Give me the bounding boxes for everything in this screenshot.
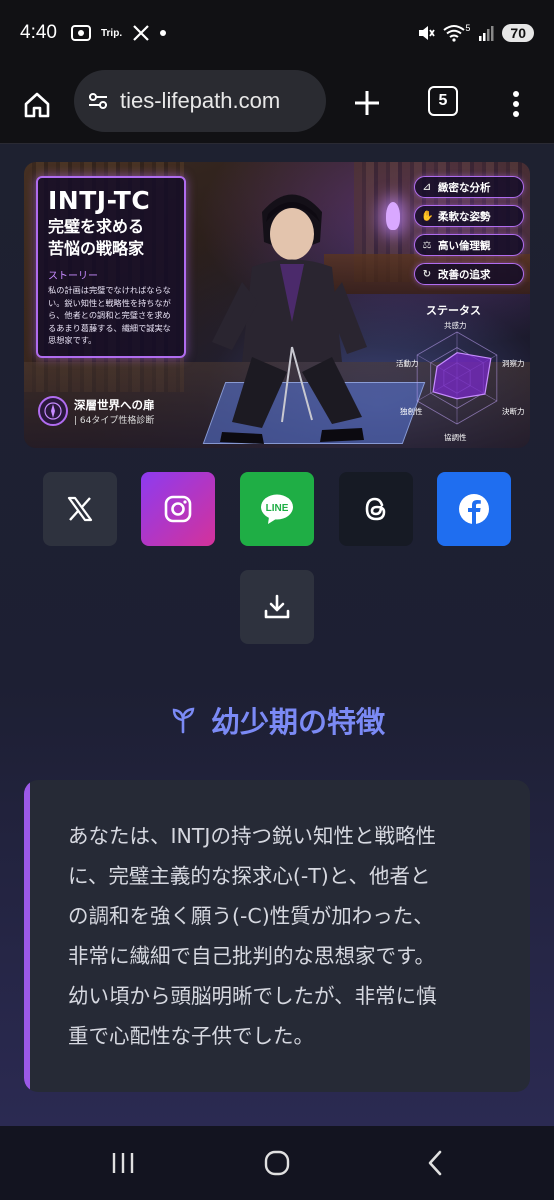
card-accent-bar bbox=[24, 780, 30, 1092]
radar-label-right-top: 洞察力 bbox=[502, 359, 525, 368]
story-text: 私の計画は完璧でなければならない。鋭い知性と戦略性を持ちながら、他者との調和と完… bbox=[48, 285, 171, 345]
radar-label-left-top: 活動力 bbox=[396, 359, 419, 368]
childhood-description: あなたは、INTJの持つ鋭い知性と戦略性 に、完璧主義的な探求心(-T)と、他者… bbox=[68, 816, 506, 1056]
wifi-icon bbox=[443, 25, 466, 42]
threads-logo-icon bbox=[365, 497, 386, 521]
radar-label-right-bottom: 決断力 bbox=[502, 407, 525, 416]
type-info-panel: INTJ-TC 完璧を求める 苦悩の戦略家 ストーリー 私の計画は完璧でなければ… bbox=[36, 176, 186, 358]
home-nav-button[interactable] bbox=[262, 1148, 292, 1178]
system-navigation-bar bbox=[0, 1126, 554, 1200]
handshake-icon: ✋ bbox=[421, 210, 434, 222]
trait-tag: ⊿ 緻密な分析 bbox=[414, 176, 524, 198]
brand-name: 深層世界への扉 bbox=[74, 397, 155, 412]
download-icon bbox=[264, 594, 290, 619]
description-line: に、完璧主義的な探求心(-T)と、他者と bbox=[68, 864, 431, 888]
x-app-icon bbox=[133, 25, 149, 41]
type-code: INTJ-TC bbox=[48, 186, 151, 215]
status-radar-chart: 共感力 洞察力 決断力 協調性 独創性 活動力 bbox=[384, 312, 530, 444]
recent-apps-button[interactable] bbox=[108, 1148, 138, 1178]
trait-tag: ✋ 柔軟な姿勢 bbox=[414, 205, 524, 227]
mute-icon bbox=[419, 26, 436, 40]
share-line-button[interactable]: LINE bbox=[240, 472, 314, 546]
address-bar[interactable]: ties-lifepath.com bbox=[74, 70, 326, 132]
radar-label-left-bottom: 独創性 bbox=[400, 407, 423, 416]
cycle-icon: ↻ bbox=[422, 268, 432, 280]
radar-value-shape bbox=[432, 352, 492, 400]
ruler-icon: ⊿ bbox=[422, 181, 432, 193]
trait-tag-label: 柔軟な姿勢 bbox=[438, 210, 491, 223]
instagram-icon bbox=[164, 495, 192, 523]
status-bar: 4:40 Trip. 5 70 bbox=[0, 0, 554, 66]
trait-tag: ↻ 改善の追求 bbox=[414, 263, 524, 285]
trait-tags: ⊿ 緻密な分析 ✋ 柔軟な姿勢 ⚖ 高い倫理観 ↻ 改善の追求 bbox=[414, 176, 524, 292]
radar-label-bottom: 協調性 bbox=[444, 433, 467, 442]
childhood-description-card: あなたは、INTJの持つ鋭い知性と戦略性 に、完璧主義的な探求心(-T)と、他者… bbox=[24, 780, 530, 1092]
page-content: INTJ-TC 完璧を求める 苦悩の戦略家 ストーリー 私の計画は完璧でなければ… bbox=[0, 144, 554, 1126]
description-line: 非常に繊細で自己批判的な思想家です。 bbox=[68, 944, 435, 968]
tab-switcher-button[interactable]: 5 bbox=[428, 86, 458, 116]
description-line: 重で心配性な子供でした。 bbox=[68, 1024, 314, 1048]
radar-label-top: 共感力 bbox=[444, 321, 467, 330]
new-tab-button[interactable] bbox=[350, 86, 384, 120]
back-chevron-icon bbox=[428, 1150, 442, 1176]
home-circle-icon bbox=[264, 1150, 290, 1176]
status-time: 4:40 bbox=[20, 22, 57, 43]
signal-icon bbox=[479, 26, 494, 41]
result-hero-image: INTJ-TC 完璧を求める 苦悩の戦略家 ストーリー 私の計画は完璧でなければ… bbox=[24, 162, 530, 448]
description-line: 幼い頃から頭脳明晰でしたが、非常に慎 bbox=[68, 984, 437, 1008]
share-threads-button[interactable] bbox=[339, 472, 413, 546]
facebook-logo-icon bbox=[459, 494, 489, 524]
brand-subtitle: | 64タイプ性格診断 bbox=[74, 415, 155, 426]
trait-tag-label: 高い倫理観 bbox=[438, 239, 491, 252]
share-x-button[interactable] bbox=[43, 472, 117, 546]
back-button[interactable] bbox=[420, 1148, 450, 1178]
download-image-button[interactable] bbox=[240, 570, 314, 644]
browser-menu-button[interactable] bbox=[504, 84, 528, 124]
recent-apps-icon bbox=[112, 1153, 134, 1173]
status-notification-icons: Trip. bbox=[70, 24, 167, 42]
more-vertical-icon bbox=[513, 91, 519, 117]
sprout-icon bbox=[172, 707, 195, 734]
section-heading: 幼少期の特徴 bbox=[0, 692, 554, 748]
description-line: あなたは、INTJの持つ鋭い知性と戦略性 bbox=[68, 824, 436, 848]
site-settings-icon[interactable] bbox=[86, 89, 110, 113]
status-system-icons: 5 70 bbox=[417, 23, 534, 42]
glowing-crystal bbox=[386, 202, 400, 230]
screenshot-icon bbox=[70, 25, 91, 41]
svg-text:LINE: LINE bbox=[266, 503, 289, 514]
x-logo-icon bbox=[67, 496, 93, 522]
browser-toolbar: ties-lifepath.com 5 bbox=[0, 66, 554, 144]
share-instagram-button[interactable] bbox=[141, 472, 215, 546]
character-illustration bbox=[212, 194, 367, 444]
dot-icon bbox=[160, 30, 167, 36]
trait-tag-label: 改善の追求 bbox=[438, 268, 491, 281]
trip-icon: Trip. bbox=[100, 27, 123, 39]
story-label: ストーリー bbox=[48, 271, 98, 282]
home-icon bbox=[24, 92, 50, 118]
description-line: の調和を強く願う(-C)性質が加わった、 bbox=[68, 904, 434, 928]
share-facebook-button[interactable] bbox=[437, 472, 511, 546]
scales-icon: ⚖ bbox=[422, 239, 432, 251]
trait-tag: ⚖ 高い倫理観 bbox=[414, 234, 524, 256]
type-subtitle-line2: 苦悩の戦略家 bbox=[48, 239, 145, 258]
section-title: 幼少期の特徴 bbox=[210, 705, 385, 739]
brand-block: 深層世界への扉 | 64タイプ性格診断 bbox=[38, 396, 155, 426]
type-subtitle-line1: 完璧を求める bbox=[48, 217, 145, 236]
battery-indicator: 70 bbox=[502, 24, 534, 42]
home-button[interactable] bbox=[18, 86, 56, 124]
wifi-badge: 5 bbox=[465, 23, 471, 33]
compass-emblem-icon bbox=[38, 396, 68, 426]
line-logo-icon: LINE bbox=[261, 494, 293, 524]
trait-tag-label: 緻密な分析 bbox=[438, 181, 491, 194]
plus-icon bbox=[355, 91, 379, 115]
url-text[interactable]: ties-lifepath.com bbox=[120, 88, 280, 114]
